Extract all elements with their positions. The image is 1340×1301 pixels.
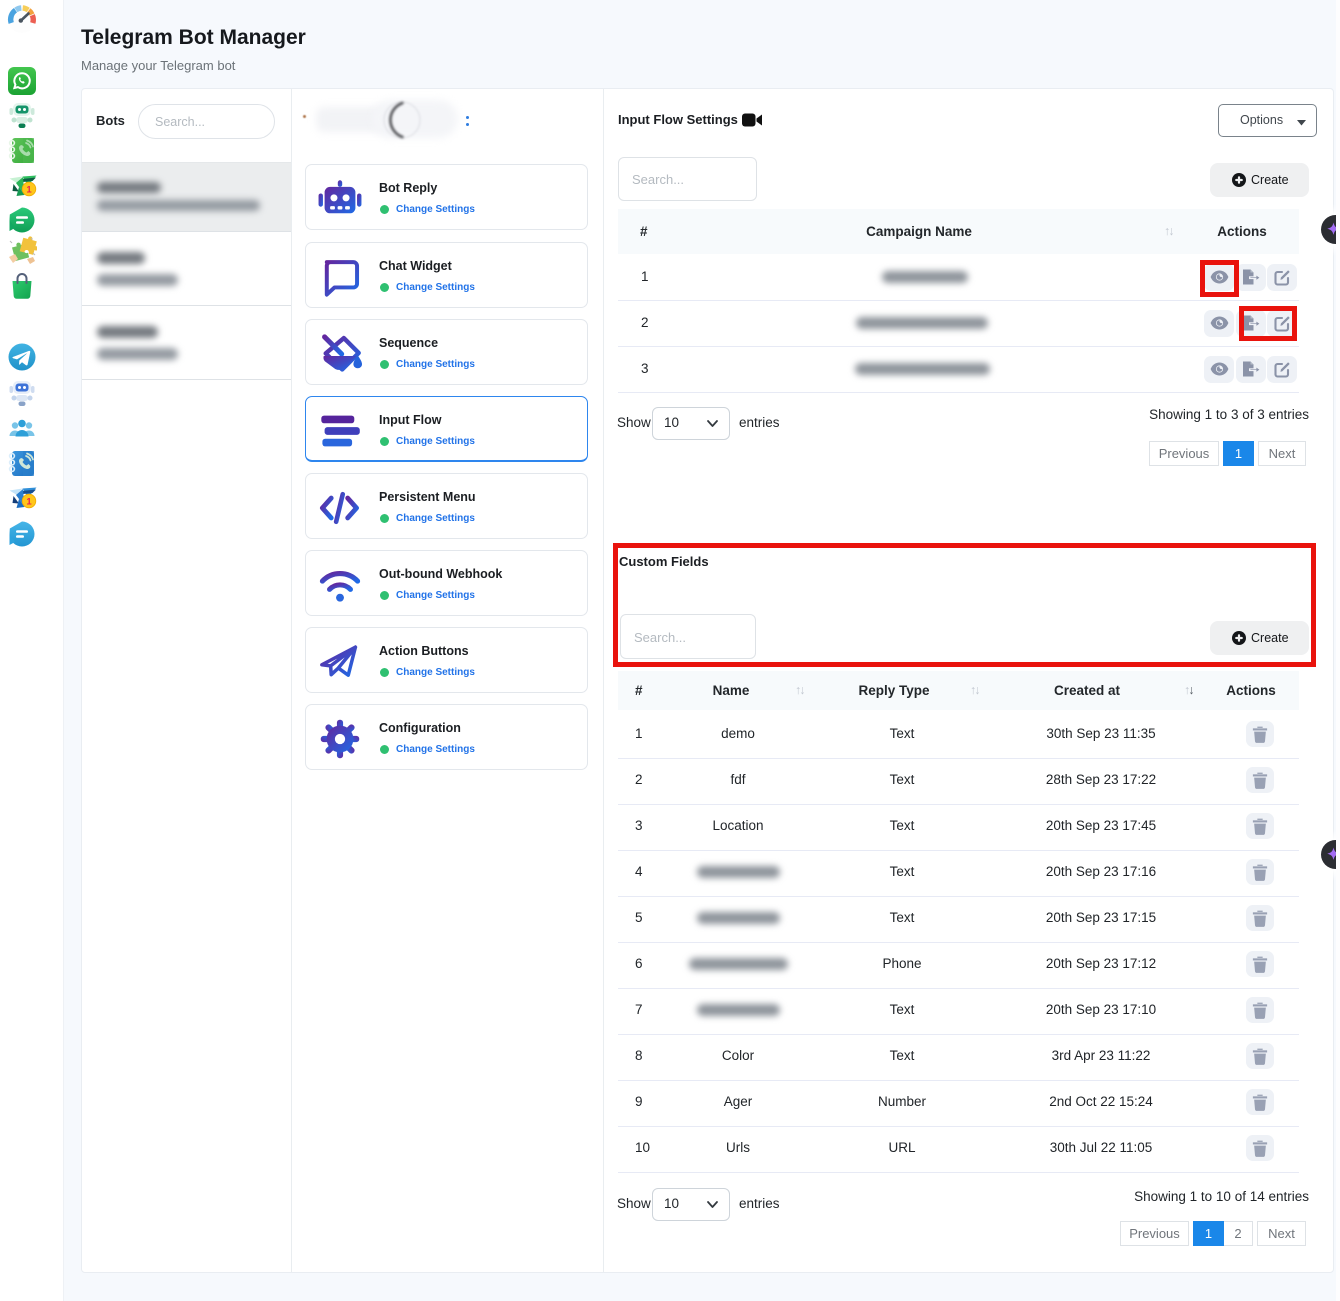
svg-text:1: 1 (26, 497, 32, 508)
svg-text:1: 1 (26, 185, 32, 196)
